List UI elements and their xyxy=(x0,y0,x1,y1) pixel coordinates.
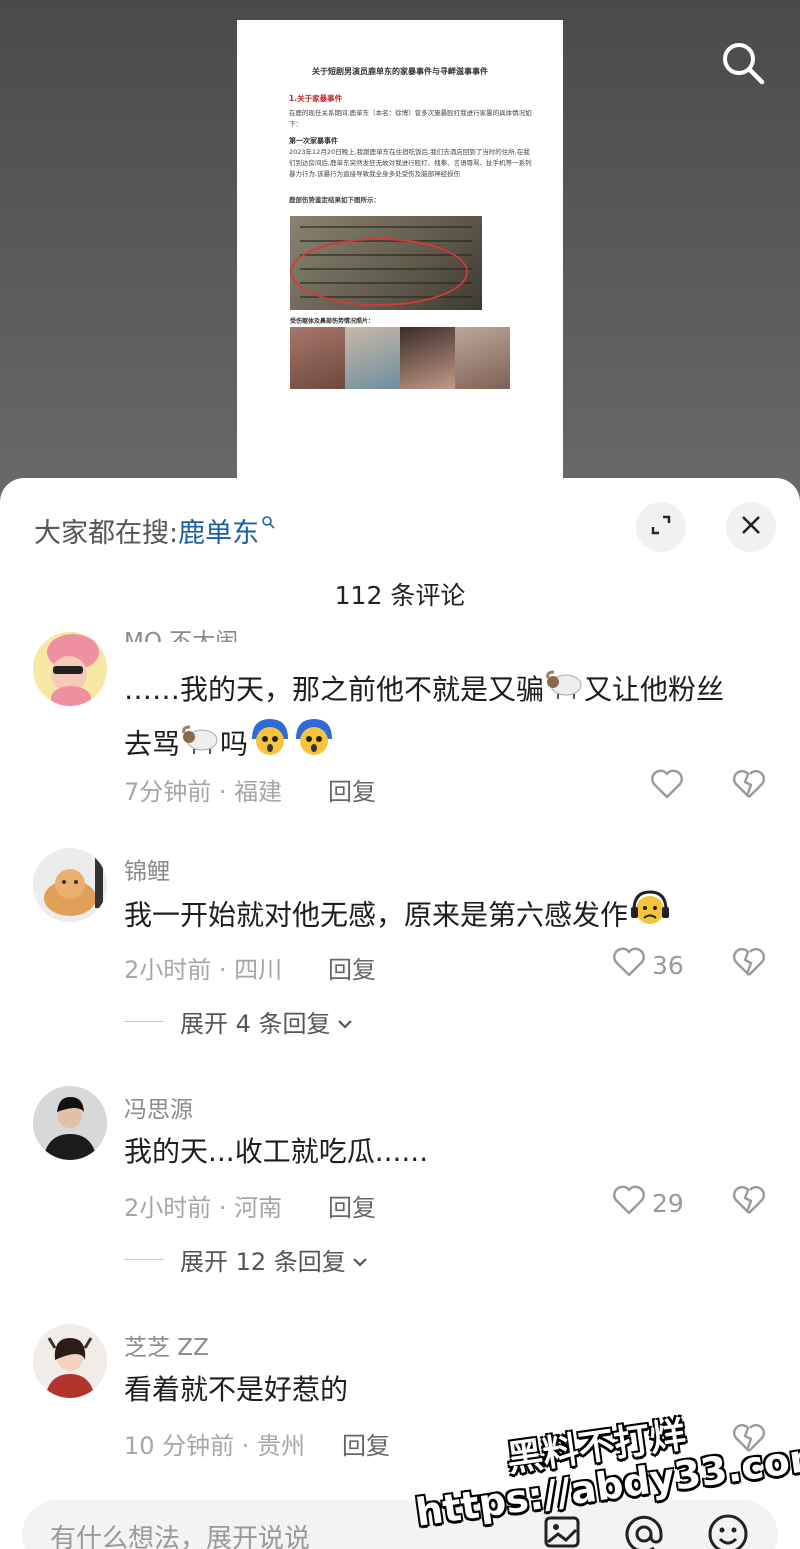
comment-text: ……我的天，那之前他不就是又骗 又让他粉丝 去骂吗 xyxy=(124,664,774,774)
at-icon[interactable] xyxy=(622,1512,666,1549)
dislike-button[interactable] xyxy=(732,946,766,982)
commenter-name[interactable]: 冯思源 xyxy=(124,1090,193,1124)
like-button[interactable]: 36 xyxy=(612,946,684,984)
image-icon[interactable] xyxy=(542,1512,582,1549)
broken-heart-icon xyxy=(732,1186,766,1220)
sheep-emoji-icon xyxy=(544,665,584,717)
comment-text: 我的天...收工就吃瓜...... xyxy=(124,1135,429,1168)
chevron-down-icon xyxy=(352,1246,368,1274)
comment-meta: 2小时前 · 四川 xyxy=(124,956,283,984)
comment-text: 看着就不是好惹的 xyxy=(124,1373,349,1406)
comment-text: 我一开始就对他无感，原来是第六感发作 xyxy=(124,888,774,945)
like-count: 29 xyxy=(652,1188,684,1218)
dislike-button[interactable] xyxy=(732,1422,766,1458)
avatar[interactable] xyxy=(33,1324,107,1398)
injury-photos xyxy=(290,327,510,389)
heart-icon xyxy=(650,768,684,806)
reply-button[interactable]: 回复 xyxy=(328,772,376,807)
avatar[interactable] xyxy=(33,848,107,922)
reply-button[interactable]: 回复 xyxy=(328,1188,376,1223)
trending-search-keyword[interactable]: 鹿单东 xyxy=(178,511,259,550)
like-count: 36 xyxy=(652,950,684,980)
document-intro: 在鹿的现任关系期间,鹿单东（本名：徐博）曾多次施暴殴打我进行家暴的具体情况如下： xyxy=(289,109,532,128)
comment-meta: 2小时前 · 河南 xyxy=(124,1194,283,1222)
avatar[interactable] xyxy=(33,632,107,706)
comment-count: 112 条评论 xyxy=(334,581,466,610)
document-title: 关于短剧男演员鹿单东的家暴事件与寻衅滋事事件 xyxy=(312,67,488,76)
fullscreen-button[interactable] xyxy=(636,502,686,552)
trending-search[interactable]: 大家都在搜: 鹿单东 xyxy=(34,510,275,550)
sheep-emoji-icon xyxy=(180,720,220,772)
divider xyxy=(124,1259,164,1260)
dislike-button[interactable] xyxy=(732,1184,766,1220)
avatar[interactable] xyxy=(33,1086,107,1160)
search-icon[interactable] xyxy=(720,40,766,86)
shocked-emoji-icon xyxy=(248,717,292,774)
keyword-search-icon xyxy=(261,515,275,533)
document-section-heading: 1.关于家暴事件 xyxy=(289,94,343,103)
commenter-name[interactable]: 芝芝 ZZ xyxy=(124,1328,209,1362)
comment-meta: 7分钟前 · 福建 xyxy=(124,778,283,806)
comment-meta: 10 分钟前 · 贵州 xyxy=(124,1432,306,1460)
broken-heart-icon xyxy=(732,770,766,804)
comment-input-placeholder: 有什么想法，展开说说 xyxy=(50,1524,311,1549)
like-button[interactable]: 29 xyxy=(612,1184,684,1222)
comment-input[interactable]: 有什么想法，展开说说 xyxy=(22,1500,778,1549)
document-photo2-caption: 受伤躯体及鼻部伤势情况照片： xyxy=(290,318,375,325)
broken-heart-icon xyxy=(732,948,766,982)
evidence-photo xyxy=(290,216,482,310)
fullscreen-icon xyxy=(649,513,673,541)
heart-icon xyxy=(612,946,646,984)
heart-icon xyxy=(612,1184,646,1222)
close-icon xyxy=(739,513,763,541)
document-preview[interactable]: 关于短剧男演员鹿单东的家暴事件与寻衅滋事事件 1.关于家暴事件 在鹿的现任关系期… xyxy=(237,20,563,490)
broken-heart-icon xyxy=(732,1424,766,1458)
trending-search-prefix: 大家都在搜: xyxy=(34,517,179,549)
like-button[interactable] xyxy=(650,768,684,806)
chevron-down-icon xyxy=(337,1008,353,1036)
divider xyxy=(124,1021,164,1022)
dislike-button[interactable] xyxy=(732,768,766,804)
reply-button[interactable]: 回复 xyxy=(342,1426,390,1461)
close-button[interactable] xyxy=(726,502,776,552)
document-subhead: 第一次家暴事件 xyxy=(289,137,338,145)
headphones-emoji-icon xyxy=(628,888,672,945)
expand-replies-button[interactable]: 展开 4 条回复 xyxy=(124,1004,353,1039)
emoji-icon[interactable] xyxy=(706,1512,750,1549)
reply-button[interactable]: 回复 xyxy=(328,950,376,985)
shocked-emoji-icon xyxy=(292,717,336,774)
document-photo-caption: 鹿部伤势鉴定结果如下图所示： xyxy=(289,196,380,204)
document-body: 2023年12月20日晚上,我跟鹿单东在住宿吃饭后,我们去酒店回到了当时的住所,… xyxy=(289,148,532,178)
expand-replies-button[interactable]: 展开 12 条回复 xyxy=(124,1242,368,1277)
commenter-name[interactable]: MQ 不太闹 xyxy=(124,622,238,642)
commenter-name[interactable]: 锦鲤 xyxy=(124,852,170,886)
